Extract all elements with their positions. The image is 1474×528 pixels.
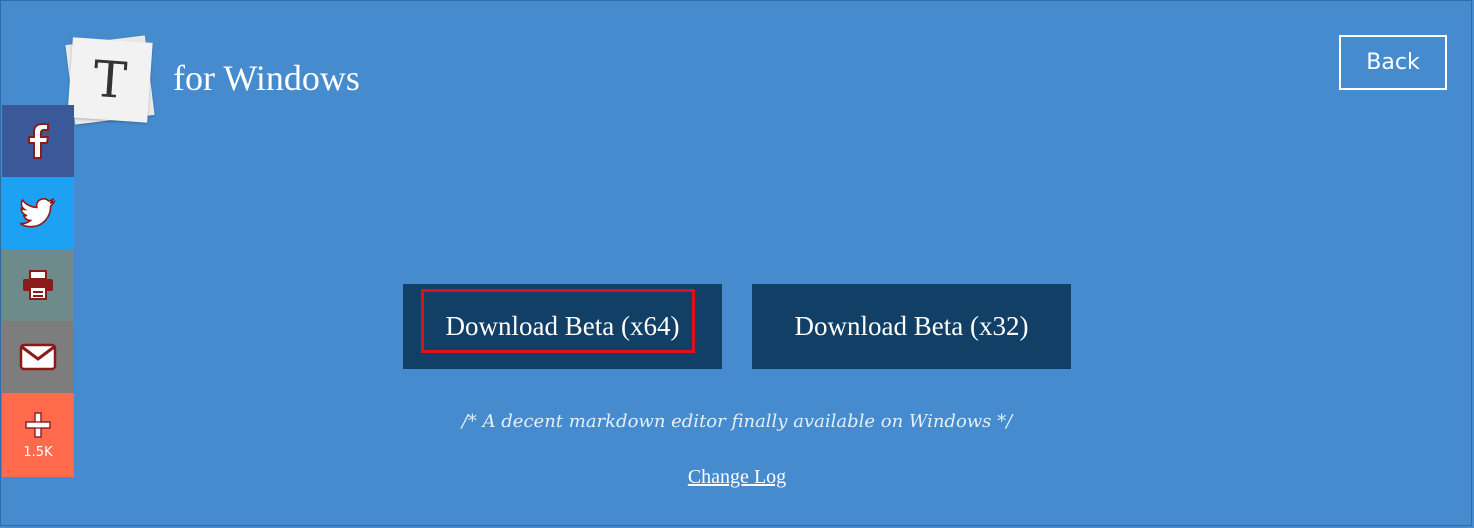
- facebook-icon: [28, 123, 50, 159]
- tagline: /* A decent markdown editor finally avai…: [461, 411, 1013, 432]
- changelog-link[interactable]: Change Log: [688, 466, 786, 488]
- back-button[interactable]: Back: [1339, 35, 1447, 90]
- printer-icon: [23, 270, 53, 300]
- logo-letter: T: [91, 49, 129, 111]
- email-share-button[interactable]: [2, 321, 74, 393]
- facebook-share-button[interactable]: [2, 105, 74, 177]
- app-logo[interactable]: T: [64, 32, 160, 128]
- print-button[interactable]: [2, 249, 74, 321]
- twitter-share-button[interactable]: [2, 177, 74, 249]
- more-share-button[interactable]: 1.5K: [2, 393, 74, 477]
- download-beta-x32-button[interactable]: Download Beta (x32): [752, 284, 1071, 369]
- email-icon: [19, 343, 57, 371]
- download-beta-x64-button[interactable]: Download Beta (x64): [403, 284, 722, 369]
- app-title: for Windows: [173, 58, 360, 98]
- changelog-container: Change Log: [0, 466, 1474, 489]
- share-count: 1.5K: [23, 444, 53, 460]
- twitter-icon: [20, 198, 56, 228]
